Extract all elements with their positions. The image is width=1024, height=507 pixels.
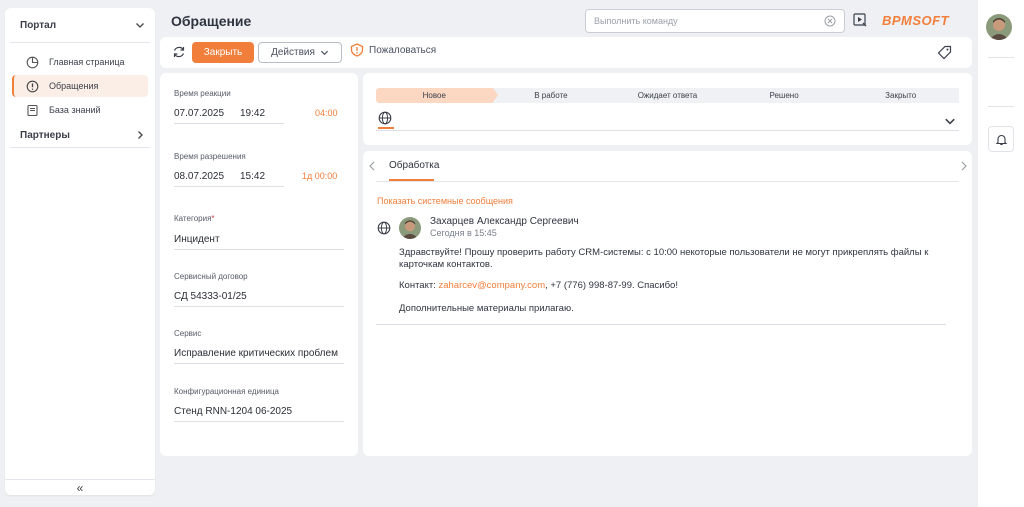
stage-divider xyxy=(376,130,959,131)
author-avatar[interactable] xyxy=(399,217,421,239)
sidebar: Портал Главная страница Обращения База з… xyxy=(5,8,155,495)
stage-in-progress[interactable]: В работе xyxy=(492,88,614,103)
actions-dropdown-button[interactable]: Действия xyxy=(258,42,342,63)
warning-shield-icon xyxy=(350,43,364,57)
stage-awaiting-reply[interactable]: Ожидает ответа xyxy=(609,88,731,103)
sidebar-item-home[interactable]: Главная страница xyxy=(12,51,148,73)
stage-closed[interactable]: Закрыто xyxy=(842,88,959,103)
chevron-right-icon[interactable] xyxy=(960,161,968,171)
config-unit-label: Конфигурационная единица xyxy=(174,387,279,396)
refresh-icon[interactable] xyxy=(172,45,186,59)
reaction-time-field[interactable]: 19:42 xyxy=(240,108,265,119)
brand-logo: BPMSOFT xyxy=(882,13,950,28)
case-details-panel: Время реакции 07.07.2025 19:42 04:00 Вре… xyxy=(160,73,358,456)
field-underline xyxy=(174,249,344,250)
resolution-time-field[interactable]: 15:42 xyxy=(240,171,265,182)
double-chevron-left-icon: « xyxy=(76,480,84,495)
service-label: Сервис xyxy=(174,329,202,338)
rail-divider xyxy=(988,57,1014,58)
email-link[interactable]: zaharcev@company.com xyxy=(438,280,545,291)
message-divider xyxy=(376,324,946,325)
sidebar-item-cases[interactable]: Обращения xyxy=(12,75,148,97)
required-mark: * xyxy=(211,214,215,223)
stage-panel: Новое В работе Ожидает ответа Решено Зак… xyxy=(363,73,972,145)
resolution-time-label: Время разрешения xyxy=(174,152,246,161)
message-line: Дополнительные материалы прилагаю. xyxy=(399,303,574,314)
field-underline xyxy=(174,306,344,307)
alert-circle-icon xyxy=(25,79,39,93)
sidebar-item-label: Обращения xyxy=(49,81,99,91)
book-icon xyxy=(25,103,39,117)
close-case-button[interactable]: Закрыть xyxy=(192,42,254,63)
complain-label: Пожаловаться xyxy=(369,44,437,56)
message-time: Сегодня в 15:45 xyxy=(430,228,497,238)
sidebar-divider xyxy=(10,147,150,148)
globe-icon xyxy=(377,221,391,235)
reaction-date-field[interactable]: 07.07.2025 xyxy=(174,108,224,119)
stage-new[interactable]: Новое xyxy=(376,88,498,103)
category-label: Категория* xyxy=(174,214,215,223)
user-avatar[interactable] xyxy=(986,14,1012,40)
notifications-button[interactable] xyxy=(988,126,1014,152)
rail-divider xyxy=(988,106,1014,107)
service-field[interactable]: Исправление критических проблем xyxy=(174,348,338,359)
chevron-down-icon xyxy=(136,23,144,28)
service-contract-label: Сервисный договор xyxy=(174,272,248,281)
field-underline xyxy=(174,186,284,187)
run-command-icon[interactable] xyxy=(853,13,867,27)
tabs-divider xyxy=(376,181,959,182)
tab-processing[interactable]: Обработка xyxy=(389,160,439,171)
clear-icon[interactable] xyxy=(824,15,836,27)
message-contact: Контакт: zaharcev@company.com, +7 (776) … xyxy=(399,280,678,291)
sidebar-item-knowledge-base[interactable]: База знаний xyxy=(12,99,148,121)
globe-icon[interactable] xyxy=(378,111,392,125)
command-input[interactable] xyxy=(594,16,824,26)
stage-resolved[interactable]: Решено xyxy=(725,88,847,103)
field-underline xyxy=(174,123,284,124)
channel-indicator xyxy=(378,127,394,129)
chevron-down-icon xyxy=(320,50,328,56)
collapse-sidebar-button[interactable]: « xyxy=(5,479,155,495)
feed-panel: Обработка Показать системные сообщения З… xyxy=(363,151,972,456)
tag-icon[interactable] xyxy=(937,45,952,60)
bell-icon xyxy=(995,134,1007,145)
sidebar-item-label: Главная страница xyxy=(49,57,125,67)
message-line: Здравствуйте! Прошу проверить работу CRM… xyxy=(399,247,929,258)
toolbar: Закрыть Действия Пожаловаться xyxy=(160,37,972,68)
stage-bar: Новое В работе Ожидает ответа Решено Зак… xyxy=(376,88,959,103)
reaction-time-label: Время реакции xyxy=(174,89,231,98)
portal-group-label: Портал xyxy=(20,19,57,31)
dashboard-icon xyxy=(25,55,39,69)
chevron-down-icon[interactable] xyxy=(944,115,956,127)
chevron-right-icon xyxy=(138,131,143,139)
portal-group[interactable]: Портал xyxy=(5,8,155,42)
actions-label: Действия xyxy=(271,47,315,58)
config-unit-field[interactable]: Стенд RNN-1204 06-2025 xyxy=(174,406,292,417)
field-underline xyxy=(174,421,344,422)
message-line: карточкам контактов. xyxy=(399,259,493,270)
category-field[interactable]: Инцидент xyxy=(174,234,220,245)
partners-group[interactable]: Партнеры xyxy=(5,123,155,147)
page-title: Обращение xyxy=(171,13,252,29)
show-system-messages-link[interactable]: Показать системные сообщения xyxy=(377,196,513,206)
field-underline xyxy=(174,363,344,364)
resolution-remaining: 1д 00:00 xyxy=(302,171,338,181)
sidebar-item-label: База знаний xyxy=(49,105,101,115)
right-rail xyxy=(978,0,1024,507)
service-contract-field[interactable]: СД 54333-01/25 xyxy=(174,291,247,302)
message-author[interactable]: Захарцев Александр Сергеевич xyxy=(430,216,579,227)
resolution-date-field[interactable]: 08.07.2025 xyxy=(174,171,224,182)
chevron-left-icon[interactable] xyxy=(368,161,376,171)
partners-group-label: Партнеры xyxy=(20,129,70,141)
reaction-remaining: 04:00 xyxy=(315,108,338,118)
complain-button[interactable]: Пожаловаться xyxy=(350,43,436,57)
command-field[interactable] xyxy=(585,9,845,33)
